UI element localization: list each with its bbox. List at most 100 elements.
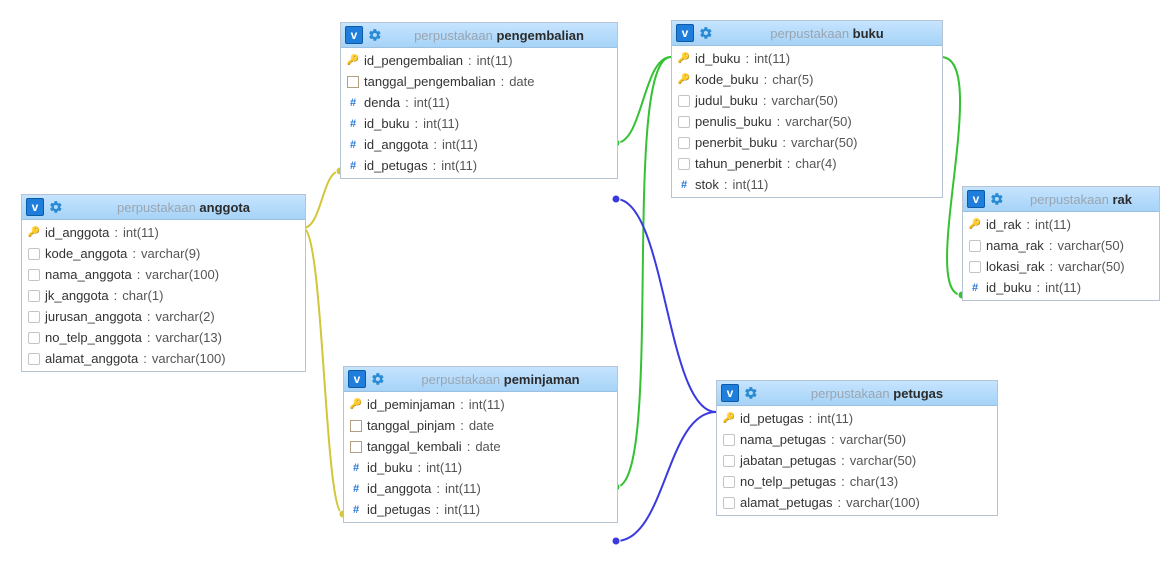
column-row[interactable]: lokasi_rak : varchar(50) [963,256,1159,277]
column-name: nama_petugas [740,432,826,447]
table-header[interactable]: vperpustakaan rak [963,187,1159,212]
column-name: penulis_buku [695,114,772,129]
column-name: denda [364,95,400,110]
column-row[interactable]: #id_anggota : int(11) [341,134,617,155]
column-row[interactable]: #id_petugas : int(11) [341,155,617,176]
database-name: perpustakaan [770,26,849,41]
column-row[interactable]: no_telp_petugas : char(13) [717,471,997,492]
column-row[interactable]: tanggal_kembali : date [344,436,617,457]
table-anggota[interactable]: v perpustakaan anggota 🔑id_anggota : int(1… [21,194,306,372]
key-icon: 🔑 [678,53,690,64]
column-row[interactable]: jk_anggota : char(1) [22,285,305,306]
table-rak[interactable]: vperpustakaan rak🔑id_rak : int(11)nama_r… [962,186,1160,301]
table-header[interactable]: v perpustakaan petugas [717,381,997,406]
column-type: date [475,439,500,454]
column-name: judul_buku [695,93,758,108]
number-icon: # [347,118,359,130]
collapse-toggle-icon[interactable]: v [348,370,366,388]
table-header[interactable]: vperpustakaan pengembalian [341,23,617,48]
column-name: id_petugas [364,158,428,173]
column-name: id_anggota [364,137,428,152]
column-row[interactable]: 🔑id_peminjaman : int(11) [344,394,617,415]
column-row[interactable]: #id_buku : int(11) [963,277,1159,298]
column-list: 🔑id_peminjaman : int(11)tanggal_pinjam :… [344,392,617,522]
column-type: varchar(50) [791,135,857,150]
table-buku[interactable]: vperpustakaan buku🔑id_buku : int(11)🔑kod… [671,20,943,198]
table-header[interactable]: v perpustakaan anggota [22,195,305,220]
gear-icon[interactable] [989,191,1005,207]
column-type: int(11) [442,137,478,152]
column-row[interactable]: jabatan_petugas : varchar(50) [717,450,997,471]
column-list: 🔑id_anggota : int(11)kode_anggota : varc… [22,220,305,371]
column-row[interactable]: nama_rak : varchar(50) [963,235,1159,256]
text-icon [28,290,40,302]
column-name: lokasi_rak [986,259,1045,274]
column-name: tahun_penerbit [695,156,782,171]
column-list: 🔑id_buku : int(11)🔑kode_buku : char(5)ju… [672,46,942,197]
column-row[interactable]: jurusan_anggota : varchar(2) [22,306,305,327]
column-row[interactable]: no_telp_anggota : varchar(13) [22,327,305,348]
column-type: varchar(100) [145,267,219,282]
table-title: perpustakaan anggota [68,200,299,215]
number-icon: # [350,462,362,474]
collapse-toggle-icon[interactable]: v [676,24,694,42]
collapse-toggle-icon[interactable]: v [721,384,739,402]
column-name: id_pengembalian [364,53,463,68]
gear-icon[interactable] [370,371,386,387]
column-type: int(11) [444,502,480,517]
collapse-toggle-icon[interactable]: v [967,190,985,208]
column-type: varchar(2) [155,309,214,324]
column-row[interactable]: 🔑id_petugas : int(11) [717,408,997,429]
column-row[interactable]: nama_anggota : varchar(100) [22,264,305,285]
table-petugas[interactable]: v perpustakaan petugas 🔑id_petugas : int(1… [716,380,998,516]
column-row[interactable]: alamat_petugas : varchar(100) [717,492,997,513]
column-row[interactable]: nama_petugas : varchar(50) [717,429,997,450]
column-type: date [509,74,534,89]
collapse-toggle-icon[interactable]: v [345,26,363,44]
column-name: nama_anggota [45,267,132,282]
column-name: id_anggota [367,481,431,496]
text-icon [678,116,690,128]
text-icon [28,311,40,323]
table-header[interactable]: vperpustakaan buku [672,21,942,46]
column-row[interactable]: #id_anggota : int(11) [344,478,617,499]
column-type: char(4) [795,156,836,171]
gear-icon[interactable] [48,199,64,215]
collapse-toggle-icon[interactable]: v [26,198,44,216]
column-row[interactable]: judul_buku : varchar(50) [672,90,942,111]
column-name: tanggal_pengembalian [364,74,496,89]
column-type: varchar(50) [772,93,838,108]
column-row[interactable]: tanggal_pengembalian : date [341,71,617,92]
column-row[interactable]: 🔑id_buku : int(11) [672,48,942,69]
column-name: no_telp_anggota [45,330,142,345]
table-title: perpustakaan petugas [763,386,991,401]
column-row[interactable]: #id_petugas : int(11) [344,499,617,520]
column-row[interactable]: #stok : int(11) [672,174,942,195]
column-row[interactable]: #id_buku : int(11) [341,113,617,134]
gear-icon[interactable] [698,25,714,41]
column-row[interactable]: #id_buku : int(11) [344,457,617,478]
column-row[interactable]: tahun_penerbit : char(4) [672,153,942,174]
table-peminjaman[interactable]: vperpustakaan peminjaman🔑id_peminjaman :… [343,366,618,523]
column-type: varchar(50) [840,432,906,447]
column-row[interactable]: kode_anggota : varchar(9) [22,243,305,264]
text-icon [28,332,40,344]
column-name: jurusan_anggota [45,309,142,324]
column-row[interactable]: tanggal_pinjam : date [344,415,617,436]
column-row[interactable]: 🔑id_rak : int(11) [963,214,1159,235]
gear-icon[interactable] [743,385,759,401]
table-header[interactable]: vperpustakaan peminjaman [344,367,617,392]
table-pengembalian[interactable]: vperpustakaan pengembalian🔑id_pengembali… [340,22,618,179]
column-row[interactable]: #denda : int(11) [341,92,617,113]
column-row[interactable]: 🔑kode_buku : char(5) [672,69,942,90]
number-icon: # [350,483,362,495]
column-row[interactable]: 🔑id_pengembalian : int(11) [341,50,617,71]
column-row[interactable]: penulis_buku : varchar(50) [672,111,942,132]
database-name: perpustakaan [117,200,196,215]
column-type: varchar(100) [846,495,920,510]
key-icon: 🔑 [28,227,40,238]
column-row[interactable]: alamat_anggota : varchar(100) [22,348,305,369]
gear-icon[interactable] [367,27,383,43]
column-row[interactable]: penerbit_buku : varchar(50) [672,132,942,153]
column-row[interactable]: 🔑id_anggota : int(11) [22,222,305,243]
